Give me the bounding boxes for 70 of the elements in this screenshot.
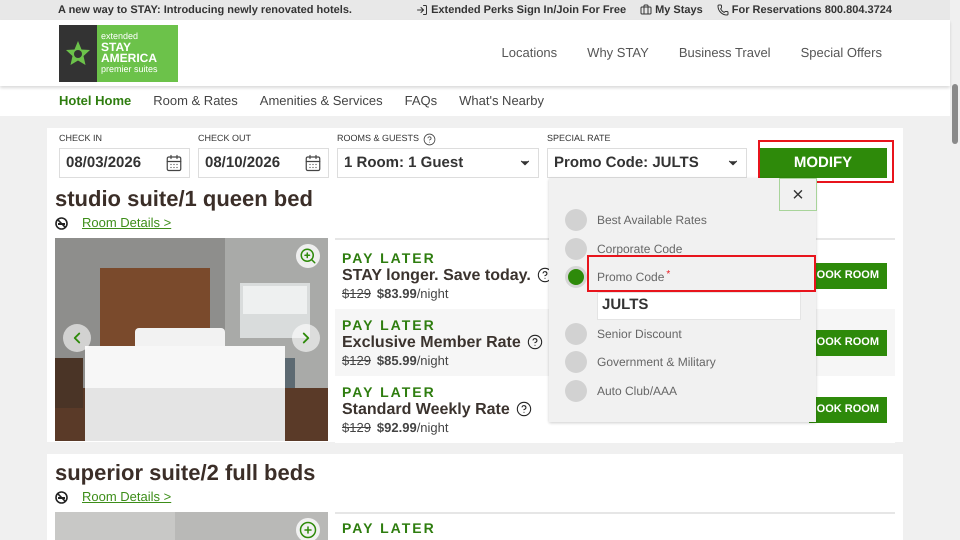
date-field[interactable]: 08/10/2026 xyxy=(198,148,329,178)
old-price: $129 xyxy=(342,284,371,302)
logo-text: extended xyxy=(101,31,140,42)
radio-button[interactable] xyxy=(565,238,587,260)
date-field[interactable]: 08/03/2026 xyxy=(59,148,190,178)
sign-in-icon xyxy=(416,4,428,16)
announcement-text: A new way to STAY: Introducing newly renovated hotels. xyxy=(58,2,352,18)
rate-option-label[interactable]: Corporate Code xyxy=(597,240,682,258)
nav-link[interactable]: Why STAY xyxy=(587,43,649,63)
rate-tag: PAY LATER xyxy=(342,520,436,536)
room-title: studio suite/1 queen bed xyxy=(55,186,313,212)
rate-price: $92.99/night xyxy=(376,418,448,436)
rate-tag: PAY LATER xyxy=(342,250,436,266)
top-link[interactable]: For Reservations 800.804.3724 xyxy=(716,2,892,18)
rate-option-label[interactable]: Best Available Rates xyxy=(597,211,707,230)
calendar-icon[interactable] xyxy=(165,154,183,172)
radio-button[interactable] xyxy=(565,351,587,374)
calendar-icon[interactable] xyxy=(304,154,322,172)
logo-text: AMERICA xyxy=(101,53,158,64)
top-link[interactable]: Extended Perks Sign In/Join For Free xyxy=(416,2,626,18)
no-smoking-icon xyxy=(55,216,68,230)
book-room-button[interactable]: OOK ROOM xyxy=(809,396,887,422)
modify-button[interactable]: MODIFY xyxy=(759,148,887,178)
promo-code-field[interactable]: JULTS xyxy=(597,292,801,320)
old-price: $129 xyxy=(342,418,371,436)
rate-price: $83.99/night xyxy=(376,284,448,302)
room-details-link[interactable]: Room Details > xyxy=(82,487,172,507)
rate-option-label[interactable]: Auto Club/AAA xyxy=(597,382,678,400)
subnav-tab[interactable]: Room & Rates xyxy=(153,91,238,111)
required-mark: * xyxy=(666,268,670,282)
no-smoking-icon xyxy=(55,490,68,504)
rate-name: STAY longer. Save today. xyxy=(342,266,531,284)
field-label: CHECK OUT xyxy=(198,132,252,146)
field-label: ROOMS & GUESTS xyxy=(337,132,420,146)
field-label: SPECIAL RATE xyxy=(547,132,611,146)
select-field[interactable]: 1 Room: 1 Guest xyxy=(337,148,539,178)
logo-text: premier suites xyxy=(101,64,159,75)
rate-option-label[interactable]: Senior Discount xyxy=(597,324,682,343)
rate-tag: PAY LATER xyxy=(342,384,436,400)
radio-button[interactable] xyxy=(565,322,587,345)
subnav-tab[interactable]: What's Nearby xyxy=(459,91,544,111)
close-button[interactable]: × xyxy=(779,178,817,211)
radio-button[interactable] xyxy=(565,209,587,232)
subnav-tab[interactable]: FAQs xyxy=(404,91,438,111)
rate-name: Standard Weekly Rate xyxy=(342,400,510,418)
rate-name: Exclusive Member Rate xyxy=(342,332,521,352)
briefcase-icon xyxy=(640,4,652,16)
rate-option-label[interactable]: Promo Code xyxy=(597,268,664,286)
radio-button[interactable] xyxy=(565,380,587,402)
help-icon[interactable] xyxy=(516,401,532,417)
rate-tag: PAY LATER xyxy=(342,316,436,332)
field-label: CHECK IN xyxy=(59,132,102,146)
help-icon[interactable] xyxy=(526,334,543,350)
subnav-tab[interactable]: Hotel Home xyxy=(59,91,132,111)
rate-price: $85.99/night xyxy=(376,352,448,368)
nav-link[interactable]: Locations xyxy=(502,43,558,63)
nav-link[interactable]: Business Travel xyxy=(678,43,771,63)
select-field[interactable]: Promo Code: JULTS xyxy=(547,148,747,178)
subnav-tab[interactable]: Amenities & Services xyxy=(260,91,383,111)
logo-text: STAY xyxy=(101,42,132,53)
room-details-link[interactable]: Room Details > xyxy=(82,213,172,233)
rate-option-label[interactable]: Government & Military xyxy=(597,353,716,372)
nav-link[interactable]: Special Offers xyxy=(800,43,882,63)
radio-button[interactable] xyxy=(565,266,587,288)
help-icon[interactable] xyxy=(423,132,436,146)
top-link[interactable]: My Stays xyxy=(640,2,703,18)
old-price: $129 xyxy=(342,352,371,368)
room-title: superior suite/2 full beds xyxy=(55,460,316,486)
phone-icon xyxy=(716,4,729,16)
star-icon xyxy=(64,39,92,67)
